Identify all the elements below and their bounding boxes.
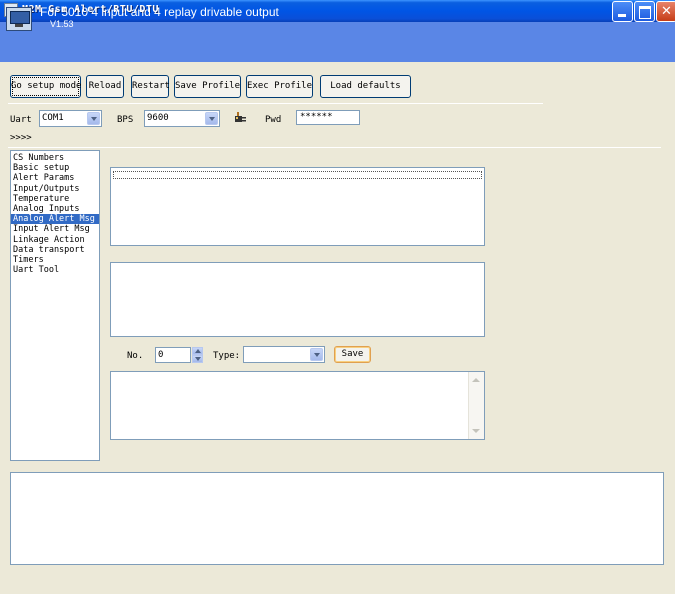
menu-item-analog-alert-msg[interactable]: Analog Alert Msg — [11, 214, 99, 225]
menu-item-analog-inputs[interactable]: Analog Inputs — [11, 204, 99, 214]
uart-value: COM1 — [42, 113, 64, 123]
chevron-down-icon[interactable] — [310, 348, 323, 361]
save-button[interactable]: Save — [334, 346, 371, 363]
reload-button[interactable]: Reload — [86, 75, 124, 98]
bps-value: 9600 — [147, 113, 169, 123]
save-profile-button[interactable]: Save Profile — [174, 75, 241, 98]
version-label: V1.53 — [50, 19, 74, 29]
menu-item-uart-tool[interactable]: Uart Tool — [11, 265, 99, 275]
no-label: No. — [127, 351, 144, 361]
scroll-down-arrow-icon[interactable] — [472, 429, 480, 433]
type-select[interactable] — [243, 346, 325, 363]
menu-item-linkage-action[interactable]: Linkage Action — [11, 235, 99, 245]
status-indicator: >>>> — [10, 133, 32, 143]
type-label: Type: — [213, 351, 241, 361]
text-area-scrollbar[interactable] — [468, 372, 484, 439]
message-list-item-focused[interactable] — [113, 171, 482, 179]
chevron-down-icon[interactable] — [205, 112, 218, 125]
load-defaults-button[interactable]: Load defaults — [320, 75, 411, 98]
minimize-button[interactable] — [612, 1, 633, 22]
menu-item-basic-setup[interactable]: Basic setup — [11, 163, 99, 173]
menu-item-data-transport[interactable]: Data transport — [11, 245, 99, 255]
bps-select[interactable]: 9600 — [144, 110, 220, 127]
uart-label: Uart — [10, 115, 32, 125]
section-separator — [8, 147, 661, 148]
password-field[interactable]: ****** — [296, 110, 360, 125]
menu-item-input-outputs[interactable]: Input/Outputs — [11, 184, 99, 194]
detail-box[interactable] — [110, 262, 485, 337]
settings-menu-list[interactable]: CS Numbers Basic setup Alert Params Input/O… — [10, 150, 100, 461]
header-band — [0, 22, 675, 62]
close-button[interactable]: ✕ — [656, 1, 675, 22]
plug-connect-icon[interactable] — [234, 111, 248, 125]
menu-item-temperature[interactable]: Temperature — [11, 194, 99, 204]
uart-select[interactable]: COM1 — [39, 110, 102, 127]
number-input[interactable]: 0 — [155, 347, 191, 363]
toolbar-separator — [8, 103, 543, 104]
maximize-button[interactable] — [634, 1, 655, 22]
scroll-up-arrow-icon[interactable] — [472, 378, 480, 382]
pwd-label: Pwd — [265, 115, 282, 125]
menu-item-alert-params[interactable]: Alert Params — [11, 173, 99, 183]
exec-profile-button[interactable]: Exec Profile — [246, 75, 313, 98]
spin-up-arrow-icon[interactable] — [192, 347, 203, 355]
menu-item-input-alert-msg[interactable]: Input Alert Msg — [11, 224, 99, 234]
bps-label: BPS — [117, 115, 134, 125]
header-title: For 5010 4 input and 4 replay drivable o… — [40, 5, 279, 19]
menu-item-cs-numbers[interactable]: CS Numbers — [11, 153, 99, 163]
message-text-area[interactable] — [110, 371, 485, 440]
spin-down-arrow-icon[interactable] — [192, 355, 203, 363]
restart-button[interactable]: Restart — [131, 75, 170, 98]
computer-icon — [6, 7, 32, 31]
menu-item-timers[interactable]: Timers — [11, 255, 99, 265]
chevron-down-icon[interactable] — [87, 112, 100, 125]
log-output-area[interactable] — [10, 472, 664, 565]
go-setup-mode-button[interactable]: Go setup mode — [10, 75, 81, 98]
